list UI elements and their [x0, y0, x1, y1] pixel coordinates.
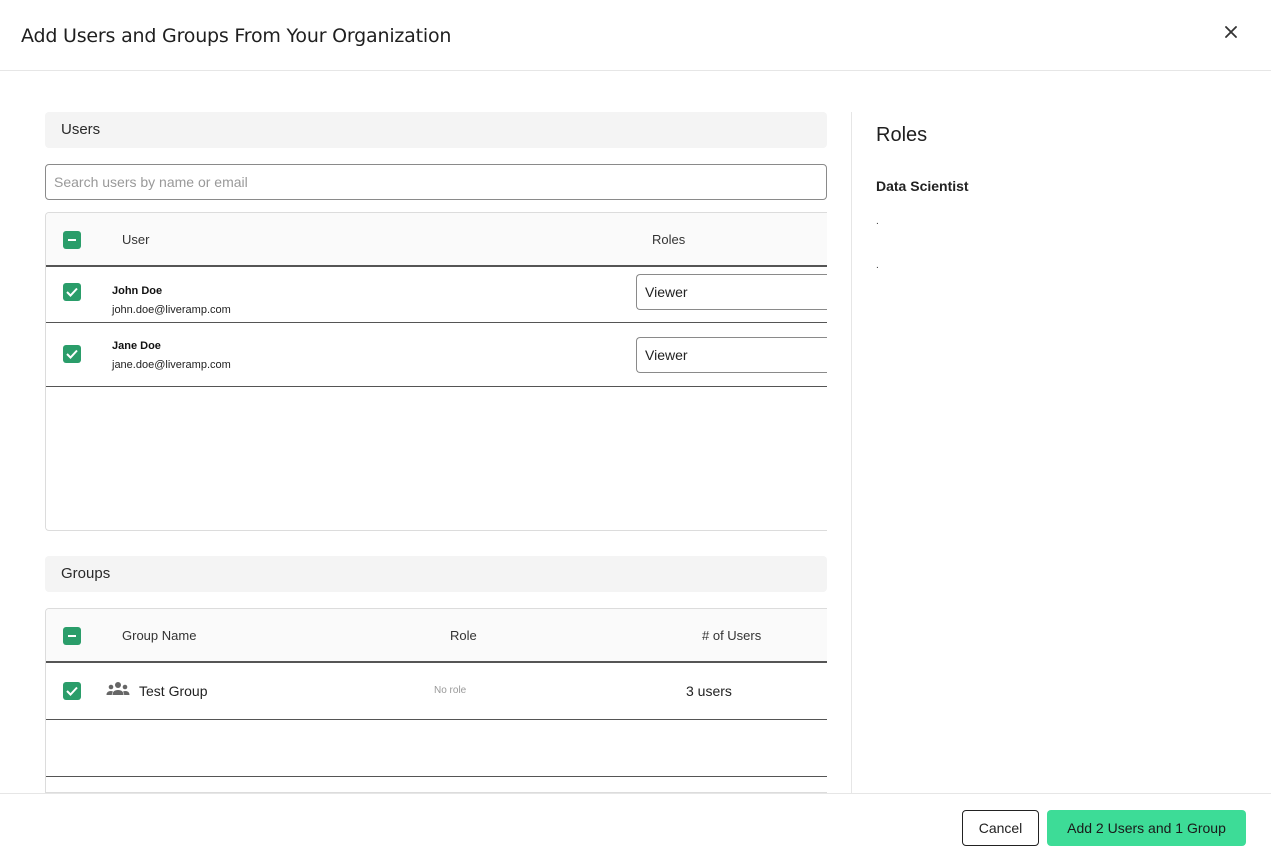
- user-role-select[interactable]: Viewer: [636, 274, 827, 310]
- minus-icon: [68, 635, 76, 637]
- users-table-header: User Roles: [46, 213, 827, 267]
- users-table: User Roles John Doe john.doe@liveramp.co…: [45, 212, 827, 531]
- group-user-count: 3 users: [686, 683, 732, 699]
- groups-table: Group Name Role # of Users Test Group No…: [45, 608, 827, 793]
- panel-divider: [851, 112, 852, 793]
- column-header-user-count: # of Users: [702, 628, 762, 643]
- table-row: Jane Doe jane.doe@liveramp.com Viewer: [46, 323, 827, 387]
- roles-panel-title: Roles: [876, 124, 928, 146]
- group-name: Test Group: [139, 683, 208, 699]
- check-icon: [66, 287, 78, 297]
- column-header-roles: Roles: [652, 232, 686, 247]
- close-button[interactable]: [1219, 20, 1243, 44]
- table-row: Test Group No role 3 users: [46, 663, 827, 720]
- user-row-checkbox[interactable]: [63, 283, 81, 301]
- select-all-users-checkbox[interactable]: [63, 231, 81, 249]
- user-search-input[interactable]: [45, 164, 827, 200]
- column-header-role: Role: [450, 628, 477, 643]
- user-email: john.doe@liveramp.com: [112, 304, 231, 316]
- user-name: John Doe: [112, 285, 163, 297]
- user-role-select[interactable]: Viewer: [636, 337, 827, 373]
- minus-icon: [68, 239, 76, 241]
- modal-footer: Cancel Add 2 Users and 1 Group: [0, 793, 1271, 860]
- modal-header: Add Users and Groups From Your Organizat…: [0, 0, 1271, 71]
- role-description-item: .: [876, 216, 879, 227]
- user-email: jane.doe@liveramp.com: [112, 359, 231, 371]
- check-icon: [66, 686, 78, 696]
- users-section-header: Users: [45, 112, 827, 148]
- role-description-item: .: [876, 260, 879, 271]
- check-icon: [66, 349, 78, 359]
- groups-table-header: Group Name Role # of Users: [46, 609, 827, 663]
- group-role: No role: [434, 685, 467, 696]
- group-row-checkbox[interactable]: [63, 682, 81, 700]
- column-header-user: User: [122, 232, 150, 247]
- select-all-groups-checkbox[interactable]: [63, 627, 81, 645]
- group-icon: [106, 682, 130, 695]
- column-header-group-name: Group Name: [122, 628, 197, 643]
- close-icon: [1225, 26, 1237, 38]
- table-row: John Doe john.doe@liveramp.com Viewer: [46, 267, 827, 323]
- modal-title: Add Users and Groups From Your Organizat…: [21, 25, 452, 47]
- users-table-empty-area: [46, 387, 827, 529]
- cancel-button[interactable]: Cancel: [962, 810, 1039, 846]
- role-name: Data Scientist: [876, 178, 969, 194]
- groups-section-header: Groups: [45, 556, 827, 592]
- add-users-and-groups-button[interactable]: Add 2 Users and 1 Group: [1047, 810, 1246, 846]
- table-row: [46, 720, 827, 777]
- user-row-checkbox[interactable]: [63, 345, 81, 363]
- user-name: Jane Doe: [112, 340, 161, 352]
